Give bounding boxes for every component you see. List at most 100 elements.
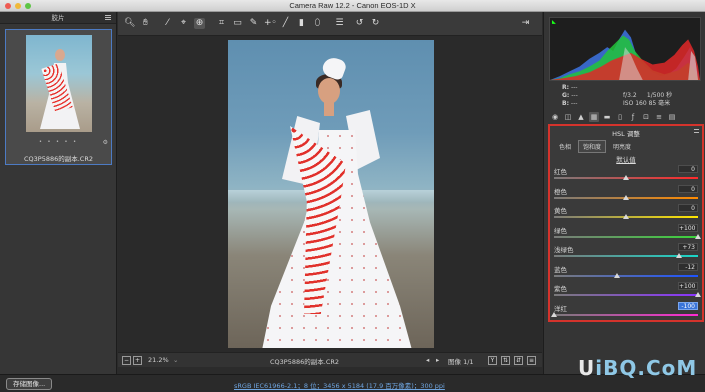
previous-image-icon[interactable]: ◂ <box>426 356 429 364</box>
hsl-menu-icon[interactable] <box>694 129 699 133</box>
right-panel: R: --- G: --- B: --- f/3.2 1/500 秒 ISO 1… <box>543 12 705 374</box>
filmstrip-header: 胶片 <box>0 12 116 24</box>
slider-thumb[interactable] <box>614 272 621 278</box>
split-toning-icon[interactable]: ▬ <box>602 112 612 122</box>
tool-bar: 🔍︎ ✋︎ ⁄ ⌖ ⊕ ⌗ ▭ ✎ +◦ ╱ ▮ ⬯ ☰ ↺ ↻ ⇥ <box>118 12 542 36</box>
image-canvas[interactable] <box>118 36 542 352</box>
hsl-title: HSL 调整 <box>612 130 640 138</box>
hsl-slider[interactable]: 橙色 0 <box>554 184 698 204</box>
hsl-slider[interactable]: 黄色 0 <box>554 204 698 223</box>
slider-value-field[interactable]: 0 <box>678 184 698 193</box>
zoom-dropdown-icon[interactable]: ⌄ <box>173 356 178 364</box>
slider-label: 黄色 <box>554 207 567 215</box>
slider-thumb[interactable] <box>551 311 557 317</box>
preview-photo[interactable] <box>228 40 434 348</box>
filmstrip-menu-icon[interactable] <box>105 15 111 20</box>
hsl-slider[interactable]: 紫色 +100 <box>554 282 701 301</box>
slider-value-field[interactable]: +100 <box>678 282 698 290</box>
fx-icon[interactable]: ƒ <box>628 112 638 122</box>
toggle-default-icon[interactable]: ≡ <box>527 356 536 365</box>
targeted-adjustment-icon[interactable]: ⊕ <box>194 18 205 29</box>
slider-value-field[interactable]: 0 <box>678 204 698 212</box>
swap-settings-icon[interactable]: ⇅ <box>501 356 510 365</box>
hsl-icon[interactable]: ▦ <box>589 112 599 122</box>
open-preferences-icon[interactable]: ⇥ <box>520 18 531 29</box>
crop-icon[interactable]: ⌗ <box>216 18 227 29</box>
slider-label: 橙色 <box>554 187 567 196</box>
title-bar: Camera Raw 12.2 - Canon EOS-1D X <box>0 0 705 12</box>
thumbnail-rating[interactable]: • • • • • <box>6 139 111 145</box>
hsl-slider[interactable]: 红色 0 <box>554 165 698 184</box>
slider-label: 紫色 <box>554 285 567 293</box>
rotate-ccw-icon[interactable]: ↺ <box>354 18 365 29</box>
slider-value-field[interactable]: +100 <box>678 223 698 232</box>
presets-icon[interactable]: ≡ <box>654 112 664 122</box>
next-image-icon[interactable]: ▸ <box>436 356 439 364</box>
color-sampler-icon[interactable]: ⌖ <box>178 18 189 29</box>
hsl-panel: HSL 调整 色相 饱和度 明亮度 默认值 红色 0 橙色 0 黄色 0 绿色 +100 浅绿色… <box>548 124 704 322</box>
calibration-icon[interactable]: ⊡ <box>641 112 651 122</box>
image-counter: 图像 1/1 <box>448 358 474 366</box>
zoom-icon[interactable]: 🔍︎ <box>124 18 135 29</box>
slider-label: 红色 <box>554 168 567 176</box>
slider-thumb[interactable] <box>623 194 629 200</box>
slider-thumb[interactable] <box>675 253 682 258</box>
zoom-in-button[interactable]: + <box>133 356 142 365</box>
slider-track[interactable] <box>554 294 698 296</box>
thumbnail-image <box>26 35 92 132</box>
save-image-button[interactable]: 存储图像... <box>6 378 53 390</box>
basic-icon[interactable]: ◉ <box>550 112 560 122</box>
tab-hue[interactable]: 色相 <box>554 140 576 153</box>
rotate-cw-icon[interactable]: ↻ <box>370 18 381 29</box>
slider-value-field[interactable]: -12 <box>678 262 698 271</box>
zoom-level[interactable]: 21.2% <box>148 356 169 364</box>
presets-toolbar-icon[interactable]: ☰ <box>334 18 345 29</box>
spot-removal-icon[interactable]: ✎ <box>248 18 259 29</box>
slider-label: 蓝色 <box>554 265 567 274</box>
status-filename: CQ3P5886的副本.CR2 <box>270 358 340 366</box>
copy-settings-icon[interactable]: ⇵ <box>514 356 523 365</box>
shadow-clipping-icon[interactable] <box>551 19 556 24</box>
hand-icon[interactable]: ✋︎ <box>140 18 151 29</box>
slider-track[interactable] <box>554 235 698 238</box>
hsl-slider[interactable]: 蓝色 -12 <box>554 262 698 282</box>
slider-thumb[interactable] <box>623 214 629 219</box>
lens-icon[interactable]: ▯ <box>615 112 625 122</box>
slider-value-field[interactable]: -100 <box>678 301 698 310</box>
g-label: G: <box>562 92 570 99</box>
graduated-filter-icon[interactable]: ▮ <box>296 18 307 29</box>
slider-value-field[interactable]: +73 <box>678 243 698 251</box>
slider-thumb[interactable] <box>623 175 629 180</box>
white-balance-icon[interactable]: ⁄ <box>162 18 173 29</box>
slider-track[interactable] <box>554 313 698 316</box>
slider-label: 绿色 <box>554 226 567 235</box>
before-after-y-button[interactable]: Y <box>488 356 497 365</box>
snapshots-icon[interactable]: ▤ <box>667 112 677 122</box>
hsl-slider[interactable]: 洋红 -100 <box>551 301 698 321</box>
filmstrip-thumbnail[interactable]: • • • • • ⚙ CQ3P5886的副本.CR2 <box>5 29 112 165</box>
hsl-subtabs: 色相 饱和度 明亮度 <box>554 140 636 153</box>
red-eye-icon[interactable]: +◦ <box>264 18 277 29</box>
adjustment-brush-icon[interactable]: ╱ <box>280 18 291 29</box>
default-button[interactable]: 默认值 <box>550 154 702 164</box>
slider-thumb[interactable] <box>695 233 701 239</box>
canvas-status-bar: − + 21.2% ⌄ CQ3P5886的副本.CR2 ◂ ▸ 图像 1/1 Y… <box>118 352 542 367</box>
radial-filter-icon[interactable]: ⬯ <box>312 18 323 29</box>
detail-icon[interactable]: ▲ <box>576 112 586 122</box>
workflow-options-link[interactable]: sRGB IEC61966-2.1；8 位；3456 x 5184 (17.9 … <box>234 380 445 390</box>
slider-thumb[interactable] <box>695 292 701 297</box>
zoom-out-button[interactable]: − <box>122 356 131 365</box>
hsl-slider[interactable]: 绿色 +100 <box>554 223 701 243</box>
tone-curve-icon[interactable]: ◫ <box>563 112 573 122</box>
exif-values: f/3.2 1/500 秒 ISO 160 85 毫米 <box>623 84 672 108</box>
tab-luminance[interactable]: 明亮度 <box>608 140 636 153</box>
slider-track[interactable] <box>554 274 698 277</box>
hsl-slider[interactable]: 浅绿色 +73 <box>554 243 698 262</box>
b-label: B: <box>562 100 569 107</box>
slider-value-field[interactable]: 0 <box>678 165 698 173</box>
g-value: --- <box>571 92 578 99</box>
tab-saturation[interactable]: 饱和度 <box>578 140 607 153</box>
watermark-part2: iBQ.CoM <box>595 356 698 380</box>
filmstrip-title: 胶片 <box>51 14 65 22</box>
straighten-icon[interactable]: ▭ <box>232 18 243 29</box>
